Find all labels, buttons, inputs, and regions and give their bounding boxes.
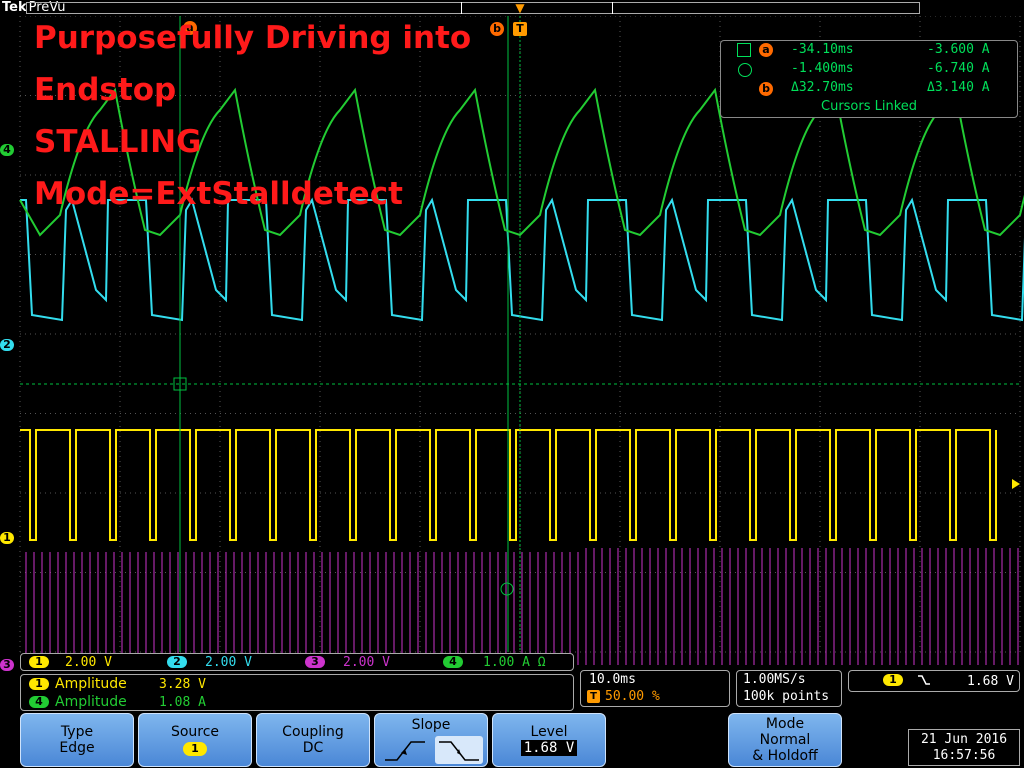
ch2-scale[interactable]: 2.00 V xyxy=(205,654,252,671)
type-label: Type xyxy=(60,724,94,740)
rising-slope-icon[interactable] xyxy=(381,736,429,764)
sample-rate: 1.00MS/s xyxy=(743,672,806,687)
mode-value-normal: Normal xyxy=(759,732,811,748)
falling-slope-icon[interactable] xyxy=(435,736,483,764)
annotation-line-4: Mode=ExtStalldetect xyxy=(34,176,403,212)
mode-value-holdoff: & Holdoff xyxy=(752,748,818,764)
acquisition-panel[interactable]: 1.00MS/s 100k points xyxy=(736,670,842,707)
cursors-linked-label: Cursors Linked xyxy=(821,99,918,114)
cursor-delta-value: Δ3.140 A xyxy=(927,80,990,95)
ch3-scale[interactable]: 2.00 V xyxy=(343,654,390,671)
cursor-b-value: -6.740 A xyxy=(927,61,990,76)
trigger-mode-button[interactable]: Mode Normal & Holdoff xyxy=(728,713,842,767)
cursor-b-bullet: b xyxy=(759,82,773,96)
ch4-ground-marker[interactable]: 4 xyxy=(0,144,14,156)
slope-label: Slope xyxy=(411,717,451,733)
channel-scale-bar: 1 2.00 V 2 2.00 V 3 2.00 V 4 1.00 A Ω xyxy=(20,653,574,671)
trigger-level-readout: 1.68 V xyxy=(967,674,1014,689)
time: 16:57:56 xyxy=(932,748,996,763)
record-length: 100k points xyxy=(743,689,830,704)
meas2-value: 1.08 A xyxy=(159,695,206,710)
trigger-coupling-button[interactable]: Coupling DC xyxy=(256,713,370,767)
ch2-badge[interactable]: 2 xyxy=(167,656,187,668)
ch1-ground-marker[interactable]: 1 xyxy=(0,532,14,544)
cursor-a-time: -34.10ms xyxy=(791,42,854,57)
cursor-b-tag[interactable]: b xyxy=(490,22,504,36)
trigger-source-button[interactable]: Source 1 xyxy=(138,713,252,767)
date: 21 Jun 2016 xyxy=(920,732,1008,747)
coupling-label: Coupling xyxy=(282,724,344,740)
trigger-slope-button[interactable]: Slope xyxy=(374,713,488,767)
cursor-b-time: -1.400ms xyxy=(791,61,854,76)
annotation-line-3: STALLING xyxy=(34,124,202,160)
mode-label: Mode xyxy=(765,716,805,732)
ch2-ground-marker[interactable]: 2 xyxy=(0,339,14,351)
ch1-badge[interactable]: 1 xyxy=(29,656,49,668)
trigger-position-percent: 50.00 % xyxy=(605,689,660,704)
ch1-scale[interactable]: 2.00 V xyxy=(65,654,112,671)
trigger-source-badge: 1 xyxy=(883,674,903,686)
falling-edge-icon xyxy=(917,673,931,691)
annotation-line-2: Endstop xyxy=(34,72,177,108)
measurements-panel: 1 Amplitude 3.28 V 4 Amplitude 1.08 A xyxy=(20,674,574,711)
source-label: Source xyxy=(170,724,220,740)
trigger-arrow-icon: ▼ xyxy=(515,1,525,15)
cursor-a-square-icon xyxy=(737,43,751,57)
trigger-type-button[interactable]: Type Edge xyxy=(20,713,134,767)
annotation-line-1: Purposefully Driving into xyxy=(34,20,472,56)
cursor-readout: a -34.10ms -3.600 A -1.400ms -6.740 A b … xyxy=(720,40,1018,118)
ch3-badge[interactable]: 3 xyxy=(305,656,325,668)
meas2-channel-badge: 4 xyxy=(29,696,49,708)
cursor-a-bullet: a xyxy=(759,43,773,57)
type-value: Edge xyxy=(59,740,95,756)
date-time: 21 Jun 2016 16:57:56 xyxy=(908,729,1020,766)
ch4-badge[interactable]: 4 xyxy=(443,656,463,668)
meas1-channel-badge: 1 xyxy=(29,678,49,690)
cursor-b-circle-icon xyxy=(738,63,752,77)
level-value: 1.68 V xyxy=(520,740,578,756)
trigger-position-tag[interactable]: T xyxy=(513,22,527,36)
source-value: 1 xyxy=(183,742,207,756)
timebase-panel[interactable]: 10.0ms T 50.00 % xyxy=(580,670,730,707)
meas2-name: Amplitude xyxy=(55,694,127,710)
ch4-scale[interactable]: 1.00 A Ω xyxy=(483,654,546,671)
trigger-readout-panel[interactable]: 1 1.68 V xyxy=(848,670,1020,692)
cursor-a-value: -3.600 A xyxy=(927,42,990,57)
ch3-ground-marker[interactable]: 3 xyxy=(0,659,14,671)
meas1-name: Amplitude xyxy=(55,676,127,692)
trigger-level-button[interactable]: Level 1.68 V xyxy=(492,713,606,767)
cursor-delta-time: Δ32.70ms xyxy=(791,80,854,95)
coupling-value: DC xyxy=(302,740,324,756)
trigger-position-icon: T xyxy=(587,690,600,703)
record-view-window xyxy=(461,2,613,14)
level-label: Level xyxy=(530,724,568,740)
meas1-value: 3.28 V xyxy=(159,677,206,692)
time-per-div: 10.0ms xyxy=(589,672,636,687)
